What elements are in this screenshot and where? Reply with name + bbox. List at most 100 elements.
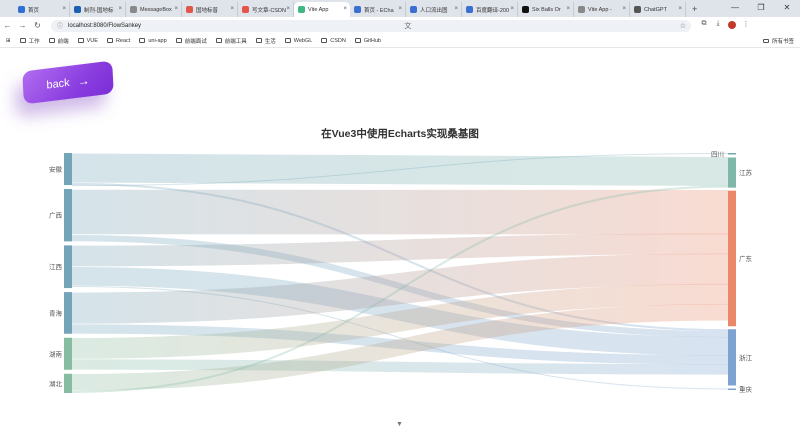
scroll-down-icon[interactable]: ▼ [396,421,403,428]
sankey-node-湖北[interactable] [64,373,72,393]
tab-label: MessageBox [140,6,172,13]
folder-icon [255,38,262,43]
folder-icon [77,38,84,43]
sankey-node-江西[interactable] [64,245,72,289]
menu-icon[interactable]: ⋮ [739,20,753,31]
tab-label: 首页 - ECha [364,7,394,14]
tab-label: Vite App - [588,6,612,13]
tab-5[interactable]: Vite App × [294,2,350,17]
bookmark-folder-6[interactable]: 前端工具 [215,37,247,45]
page-content: back → 在Vue3中使用Echarts实现桑基图 安徽 广西 江西 青海 湖南 湖北… [0,49,800,430]
folder-icon [354,38,361,43]
tab-9[interactable]: Six Balls Or × [518,2,574,17]
bookmark-folder-8[interactable]: WebGL [284,38,312,44]
sankey-node-浙江[interactable] [728,329,736,386]
tab-11[interactable]: ChatGPT × [630,2,686,17]
url-input[interactable]: ⓘ localhost:8080/FlowSankey 文 ☆ [51,19,691,32]
tab-label: 写文章-CSDN [252,7,286,14]
tab-7[interactable]: 人口流出图 × [406,2,462,17]
tab-strip: 首页 × 制剂-国地标 × MessageBox × 国地标普 × 写文章-CSDN × Vite … [0,0,800,17]
bookmark-label: 前端面试 [184,38,207,45]
sankey-node-label: 湖北 [49,379,63,388]
bookmark-label: 前端 [57,38,69,45]
tab-favicon-icon [466,6,473,13]
tab-close-icon[interactable]: × [286,6,290,12]
tab-close-icon[interactable]: × [230,6,234,12]
toolbar-icons: ⧉ ⤓ ⋮ [697,20,753,31]
back-nav-icon[interactable]: ← [0,21,15,30]
sankey-chart: 安徽广西江西青海湖南湖北 四川江苏广东浙江重庆 [49,150,753,394]
extensions-icon[interactable]: ⧉ [697,20,711,31]
bookmark-label: CSDN [330,37,346,44]
tab-close-icon[interactable]: × [566,6,570,12]
bookmark-folder-7[interactable]: 生活 [255,37,276,45]
bookmark-folder-3[interactable]: React [106,38,130,44]
all-bookmarks[interactable]: 所有书签 [762,37,794,45]
sankey-node-label: 广东 [739,254,753,263]
tab-8[interactable]: 百度翻译-200 × [462,2,518,17]
tab-close-icon[interactable]: × [343,6,347,12]
bookmark-folder-2[interactable]: VUE [77,38,98,44]
tab-close-icon[interactable]: × [454,6,458,12]
sankey-node-江苏[interactable] [728,157,736,188]
tab-0[interactable]: 首页 × [14,2,70,17]
new-tab-button[interactable]: + [686,2,703,17]
reload-icon[interactable]: ↻ [30,21,45,30]
all-bookmarks-label: 所有书签 [771,39,794,45]
tab-6[interactable]: 首页 - ECha × [350,2,406,17]
bookmark-folder-0[interactable]: 工作 [19,37,40,45]
tab-close-icon[interactable]: × [174,6,178,12]
tab-close-icon[interactable]: × [118,6,122,12]
folder-icon [215,38,222,43]
apps-grid-icon[interactable]: ⊞ [6,38,11,44]
site-info-icon[interactable]: ⓘ [57,21,63,30]
sankey-node-广西[interactable] [64,189,72,242]
forward-nav-icon[interactable]: → [15,21,30,30]
sankey-node-label: 湖南 [49,349,63,358]
tab-close-icon[interactable]: × [510,6,514,12]
profile-icon[interactable] [725,20,739,31]
sankey-node-label: 江西 [49,263,63,271]
bookmark-label: 前端工具 [224,38,247,45]
tab-favicon-icon [522,6,529,13]
bookmark-folder-1[interactable]: 前端 [48,37,69,45]
tab-close-icon[interactable]: × [678,6,682,12]
tab-2[interactable]: MessageBox × [126,2,182,17]
tab-1[interactable]: 制剂-国地标 × [70,2,126,17]
bookmark-folder-4[interactable]: uni-app [139,38,167,44]
sankey-node-广东[interactable] [728,190,736,327]
tab-close-icon[interactable]: × [62,6,66,12]
sankey-node-label: 重庆 [739,385,753,394]
sankey-node-湖南[interactable] [64,337,72,370]
bookmark-folder-10[interactable]: GitHub [354,38,381,44]
bookmark-folder-5[interactable]: 前端面试 [175,37,207,45]
bookmark-star-icon[interactable]: ☆ [680,22,686,30]
avatar[interactable] [728,21,736,29]
tab-4[interactable]: 写文章-CSDN × [238,2,294,17]
sankey-node-四川[interactable] [728,153,736,155]
sankey-node-安徽[interactable] [64,153,72,186]
tab-close-icon[interactable]: × [622,6,626,12]
folder-icon [175,38,182,43]
folder-icon [762,38,769,44]
translate-icon[interactable]: 文 [404,21,411,31]
tab-3[interactable]: 国地标普 × [182,2,238,17]
tab-favicon-icon [186,6,193,13]
minimize-icon[interactable]: — [722,0,748,17]
download-icon[interactable]: ⤓ [711,20,725,31]
tab-label: 国地标普 [196,7,219,14]
tab-close-icon[interactable]: × [398,6,402,12]
tab-favicon-icon [410,6,417,13]
close-window-icon[interactable]: ✕ [774,0,800,17]
restore-icon[interactable]: ❐ [748,0,774,17]
tab-10[interactable]: Vite App - × [574,2,630,17]
sankey-link-江西-广东[interactable] [71,233,729,267]
sankey-link-湖南-浙江[interactable] [71,359,729,375]
url-text: localhost:8080/FlowSankey [68,22,142,29]
tab-label: ChatGPT [644,6,667,13]
tab-label: 百度翻译-200 [476,7,510,14]
bookmark-folder-9[interactable]: CSDN [321,38,346,44]
sankey-node-青海[interactable] [64,292,72,334]
sankey-node-label: 青海 [49,308,63,317]
sankey-node-重庆[interactable] [728,388,736,390]
